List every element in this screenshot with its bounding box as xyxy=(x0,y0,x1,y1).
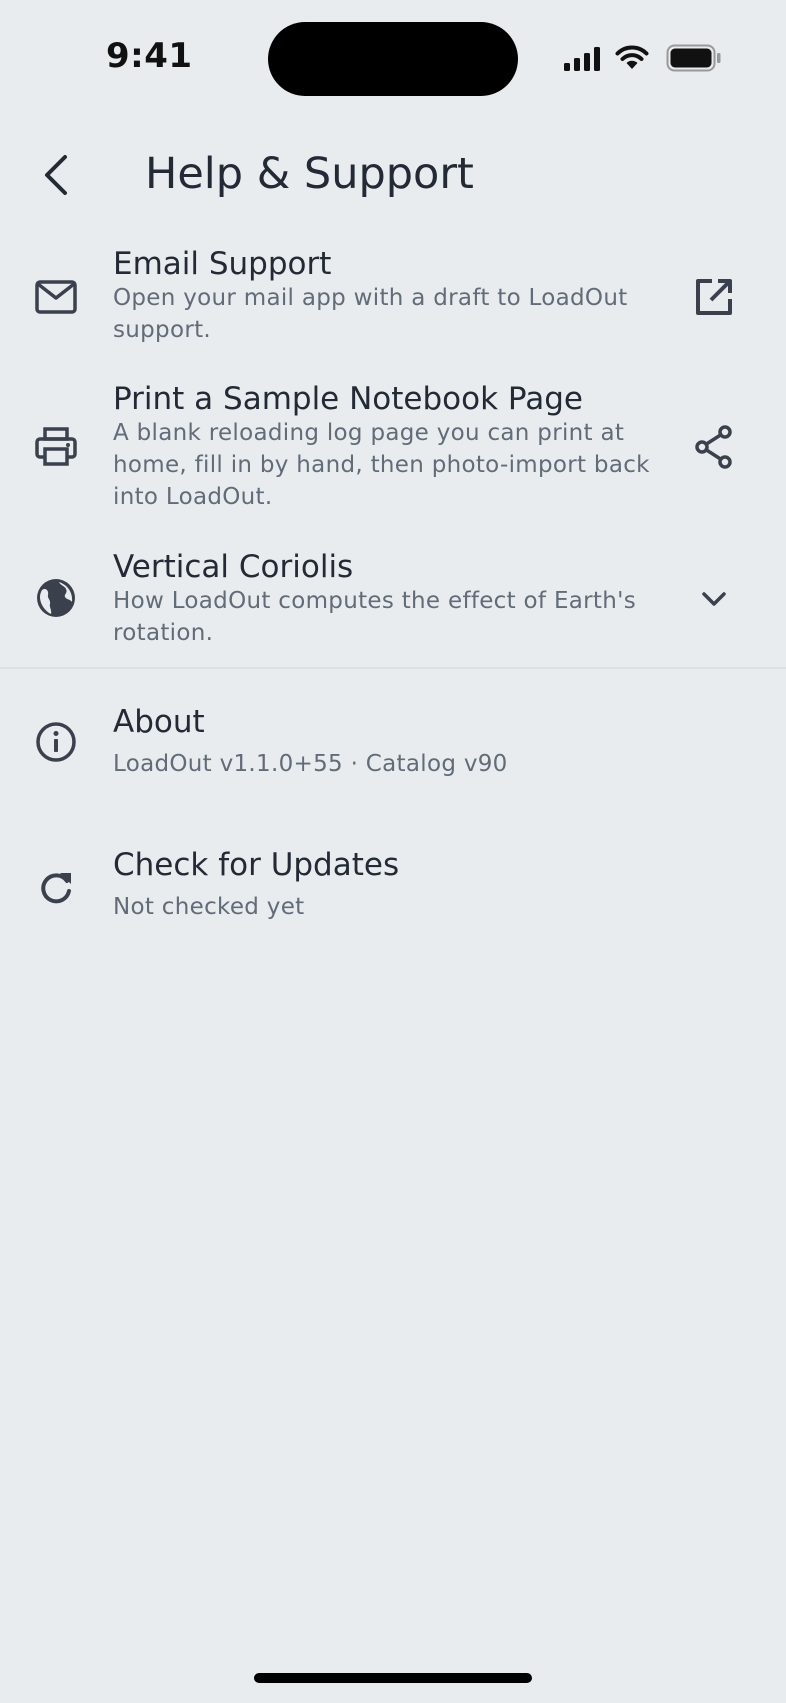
list-item-check-updates[interactable]: Check for Updates Not checked yet xyxy=(0,843,786,933)
item-title: Check for Updates xyxy=(113,847,400,883)
globe-icon xyxy=(34,576,78,620)
status-icons xyxy=(562,40,722,76)
share-icon[interactable] xyxy=(690,423,738,471)
item-subtitle: A blank reloading log page you can print… xyxy=(113,420,650,510)
item-title: Email Support xyxy=(113,246,332,282)
wifi-icon xyxy=(615,45,649,69)
item-subtitle: LoadOut v1.1.0+55 · Catalog v90 xyxy=(113,751,508,777)
back-button[interactable] xyxy=(34,150,78,200)
chevron-down-icon[interactable] xyxy=(690,575,738,623)
list-item-vertical-coriolis[interactable]: Vertical Coriolis How LoadOut computes t… xyxy=(0,543,786,658)
item-subtitle: Not checked yet xyxy=(113,894,305,920)
list-item-email-support[interactable]: Email Support Open your mail app with a … xyxy=(0,240,786,350)
status-bar: 9:41 xyxy=(0,0,786,120)
status-time: 9:41 xyxy=(106,36,193,76)
battery-icon xyxy=(666,44,721,72)
section-divider xyxy=(0,667,786,669)
page-title: Help & Support xyxy=(145,149,474,199)
cellular-signal-icon xyxy=(564,47,600,71)
list-item-about[interactable]: About LoadOut v1.1.0+55 · Catalog v90 xyxy=(0,700,786,790)
dynamic-island xyxy=(268,22,518,96)
home-indicator[interactable] xyxy=(254,1673,532,1683)
printer-icon xyxy=(34,425,78,469)
list-item-print-notebook[interactable]: Print a Sample Notebook Page A blank rel… xyxy=(0,375,786,520)
item-title: Vertical Coriolis xyxy=(113,549,354,585)
refresh-icon xyxy=(34,865,78,909)
item-subtitle: Open your mail app with a draft to LoadO… xyxy=(113,285,628,343)
mail-icon xyxy=(34,275,78,319)
item-title: Print a Sample Notebook Page xyxy=(113,381,583,417)
chevron-left-icon xyxy=(45,155,67,195)
info-icon xyxy=(34,720,78,764)
item-subtitle: How LoadOut computes the effect of Earth… xyxy=(113,588,637,646)
open-external-icon[interactable] xyxy=(690,273,738,321)
header: Help & Support xyxy=(0,140,786,210)
item-title: About xyxy=(113,704,205,740)
